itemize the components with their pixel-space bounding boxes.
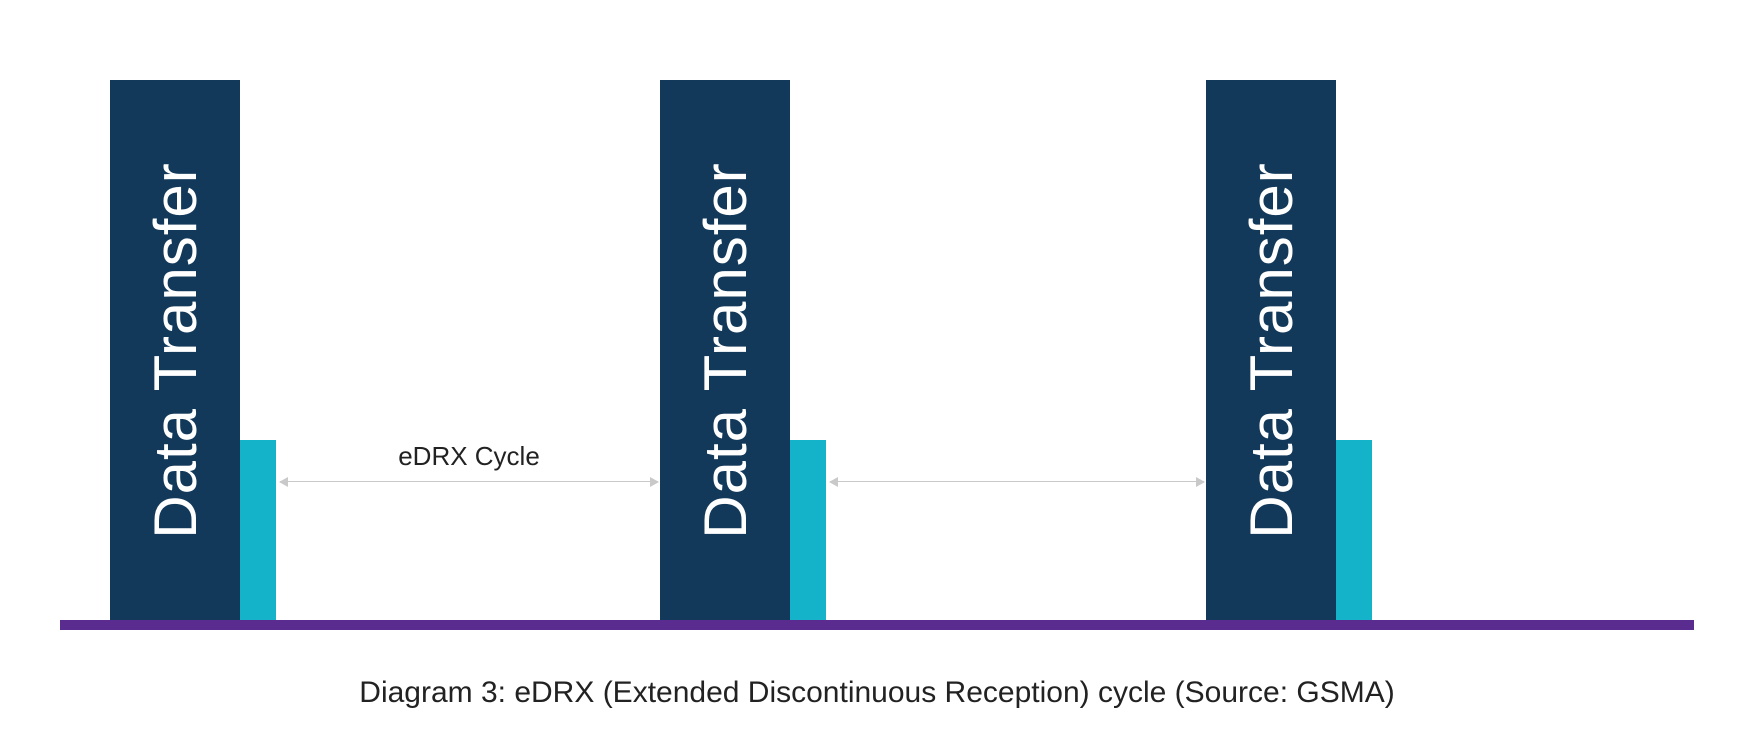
- data-transfer-bar: Data Transfer: [110, 80, 240, 620]
- listen-window-bar: [1336, 440, 1372, 620]
- bar-group-1: Data Transfer: [110, 80, 276, 620]
- data-transfer-label: Data Transfer: [141, 162, 210, 539]
- data-transfer-bar: Data Transfer: [1206, 80, 1336, 620]
- edrx-cycle-arrow-1: [280, 481, 658, 482]
- edrx-cycle-arrow-2: [830, 481, 1204, 482]
- diagram-area: Data Transfer Data Transfer Data Transfe…: [0, 0, 1754, 630]
- bar-group-2: Data Transfer: [660, 80, 826, 620]
- timeline-baseline: [60, 620, 1694, 630]
- listen-window-bar: [240, 440, 276, 620]
- edrx-cycle-label-wrap: eDRX Cycle: [280, 441, 658, 472]
- data-transfer-bar: Data Transfer: [660, 80, 790, 620]
- listen-window-bar: [790, 440, 826, 620]
- data-transfer-label: Data Transfer: [691, 162, 760, 539]
- diagram-caption: Diagram 3: eDRX (Extended Discontinuous …: [0, 676, 1754, 710]
- edrx-cycle-label: eDRX Cycle: [390, 441, 548, 472]
- data-transfer-label: Data Transfer: [1237, 162, 1306, 539]
- bar-group-3: Data Transfer: [1206, 80, 1372, 620]
